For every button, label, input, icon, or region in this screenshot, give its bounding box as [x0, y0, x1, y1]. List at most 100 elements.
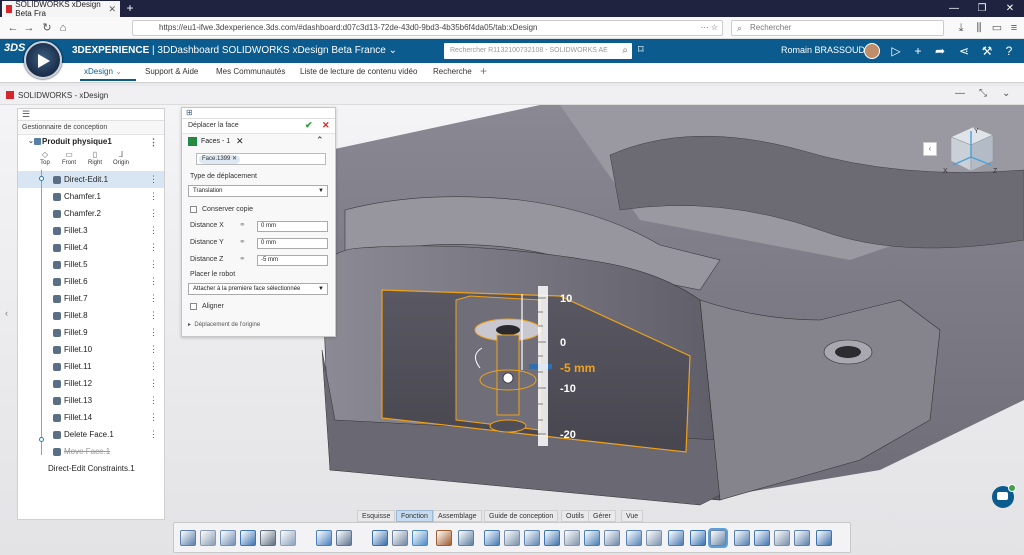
home-icon[interactable]: ⌂	[56, 20, 70, 36]
tab-communities[interactable]: Mes Communautés	[216, 67, 285, 76]
action-tab[interactable]: Assemblage	[433, 510, 482, 522]
more-options-icon[interactable]: ⋮	[149, 409, 158, 426]
tool-icon[interactable]	[240, 530, 256, 546]
avatar[interactable]	[864, 43, 880, 59]
tool-icon[interactable]	[280, 530, 296, 546]
collapse-widget-icon[interactable]: ⤡	[979, 88, 987, 99]
tool-icon[interactable]	[794, 530, 810, 546]
tool-icon[interactable]	[458, 530, 474, 546]
cancel-icon[interactable]: ✕	[322, 120, 330, 131]
tool-icon[interactable]	[604, 530, 620, 546]
tool-icon[interactable]	[708, 528, 728, 548]
help-icon[interactable]: ?	[1001, 42, 1017, 60]
tab-search[interactable]: Recherche	[433, 67, 472, 76]
link-icon[interactable]: ⚭	[239, 220, 249, 229]
tool-icon[interactable]	[484, 530, 500, 546]
panel-tab-icon[interactable]: ⊞	[186, 108, 193, 117]
more-options-icon[interactable]: ⋮	[149, 205, 158, 222]
more-options-icon[interactable]: ⋮	[149, 222, 158, 239]
tab-support[interactable]: Support & Aide	[145, 67, 198, 76]
compass-icon[interactable]	[24, 41, 62, 79]
tool-icon[interactable]	[200, 530, 216, 546]
link-icon[interactable]: ⚭	[239, 254, 249, 263]
tool-icon[interactable]	[626, 530, 642, 546]
tool-icon[interactable]	[260, 530, 276, 546]
reload-icon[interactable]: ↻	[40, 20, 54, 36]
view-cube[interactable]: Y X Z	[943, 121, 999, 177]
tool-icon[interactable]	[646, 530, 662, 546]
tree-item-constraints[interactable]: Direct-Edit Constraints.1	[18, 460, 164, 477]
menu-icon[interactable]: ≡	[1007, 20, 1021, 36]
platform-search-input[interactable]: Rechercher R1132100732108 - SOLIDWORKS A…	[444, 43, 632, 59]
cube-previous-icon[interactable]: ‹	[923, 142, 937, 156]
tool-icon[interactable]	[544, 530, 560, 546]
origin[interactable]: ⅃ Origin	[110, 149, 132, 166]
browser-tab[interactable]: SOLIDWORKS xDesign Beta Fra ✕	[2, 0, 120, 18]
tool-icon[interactable]	[754, 530, 770, 546]
tool-icon[interactable]	[564, 530, 580, 546]
tree-item[interactable]: Fillet.10 ⋮	[18, 341, 164, 358]
action-tab[interactable]: Guide de conception	[484, 510, 559, 522]
close-window-icon[interactable]: ✕	[996, 0, 1024, 17]
tree-item[interactable]: Chamfer.1 ⋮	[18, 188, 164, 205]
tab-video-playlist[interactable]: Liste de lecture de contenu vidéo	[300, 67, 417, 76]
tree-item[interactable]: Fillet.9 ⋮	[18, 324, 164, 341]
minimize-widget-icon[interactable]: —	[955, 88, 965, 99]
selection-box[interactable]: Face.1399 ✕	[196, 153, 326, 165]
tree-item[interactable]: Fillet.13 ⋮	[18, 392, 164, 409]
action-tab[interactable]: Vue	[621, 510, 644, 522]
platform-title[interactable]: 3DEXPERIENCE | 3DDashboard SOLIDWORKS xD…	[72, 45, 397, 56]
back-icon[interactable]: ←	[6, 20, 20, 36]
more-options-icon[interactable]: ⋮	[149, 426, 158, 443]
browser-search-input[interactable]: Rechercher	[731, 20, 944, 36]
share-arrow-icon[interactable]: ➦	[932, 42, 948, 60]
tool-icon[interactable]	[316, 530, 332, 546]
more-options-icon[interactable]: ⋮	[149, 324, 158, 341]
ok-check-icon[interactable]: ✔	[305, 120, 313, 131]
faces-selector[interactable]: Faces - 1 ✕ ⌃	[182, 134, 335, 150]
page-actions-icon[interactable]: ··· ☆	[701, 21, 718, 35]
tool-icon[interactable]	[584, 530, 600, 546]
network-icon[interactable]: ⋖	[956, 42, 972, 60]
close-tab-icon[interactable]: ✕	[108, 4, 116, 15]
url-bar[interactable]: https://eu1-ifwe.3dexperience.3ds.com/#d…	[132, 20, 723, 36]
library-icon[interactable]: ⫼	[972, 20, 986, 36]
distance-z-input[interactable]: -5 mm	[257, 255, 328, 266]
tree-item[interactable]: Fillet.5 ⋮	[18, 256, 164, 273]
link-icon[interactable]: ⚭	[239, 237, 249, 246]
clear-selection-icon[interactable]: ✕	[236, 136, 244, 147]
align-checkbox[interactable]	[190, 303, 197, 310]
type-select[interactable]: Translation ▼	[188, 185, 328, 197]
minimize-window-icon[interactable]: —	[940, 0, 968, 17]
tree-item[interactable]: Fillet.8 ⋮	[18, 307, 164, 324]
user-name[interactable]: Romain BRASSOUD	[781, 45, 865, 55]
chevron-up-icon[interactable]: ⌃	[316, 135, 324, 146]
distance-y-input[interactable]: 0 mm	[257, 238, 328, 249]
more-options-icon[interactable]: ⋮	[149, 392, 158, 409]
tool-icon[interactable]	[524, 530, 540, 546]
ruler-value-label[interactable]: -5 mm	[560, 361, 595, 375]
keep-copy-checkbox[interactable]	[190, 206, 197, 213]
more-options-icon[interactable]: ⋮	[149, 341, 158, 358]
tool-icon[interactable]	[816, 530, 832, 546]
download-icon[interactable]: ⤓	[954, 20, 968, 36]
collapse-panel-icon[interactable]: ‹	[5, 308, 8, 318]
action-tab[interactable]: Gérer	[588, 510, 616, 522]
select-face-icon[interactable]	[188, 137, 197, 146]
tool-icon[interactable]	[180, 530, 196, 546]
history-marker-icon[interactable]	[39, 437, 44, 442]
plane-front[interactable]: ▭ Front	[58, 149, 80, 166]
forward-icon[interactable]: →	[22, 20, 36, 36]
widget-menu-icon[interactable]: ⌄	[1002, 88, 1010, 99]
tools-icon[interactable]: ⚒	[979, 42, 995, 60]
tab-xdesign[interactable]: xDesign ⌄	[80, 67, 136, 81]
plane-right[interactable]: ▯ Right	[84, 149, 106, 166]
robot-select[interactable]: Attacher à la première face sélectionnée…	[188, 283, 328, 295]
more-options-icon[interactable]: ⋮	[149, 358, 158, 375]
action-tab[interactable]: Esquisse	[357, 510, 396, 522]
more-options-icon[interactable]: ⋮	[149, 188, 158, 205]
tree-item[interactable]: Chamfer.2 ⋮	[18, 205, 164, 222]
tool-icon[interactable]	[734, 530, 750, 546]
new-tab-button[interactable]: +	[123, 0, 137, 17]
tool-icon[interactable]	[336, 530, 352, 546]
